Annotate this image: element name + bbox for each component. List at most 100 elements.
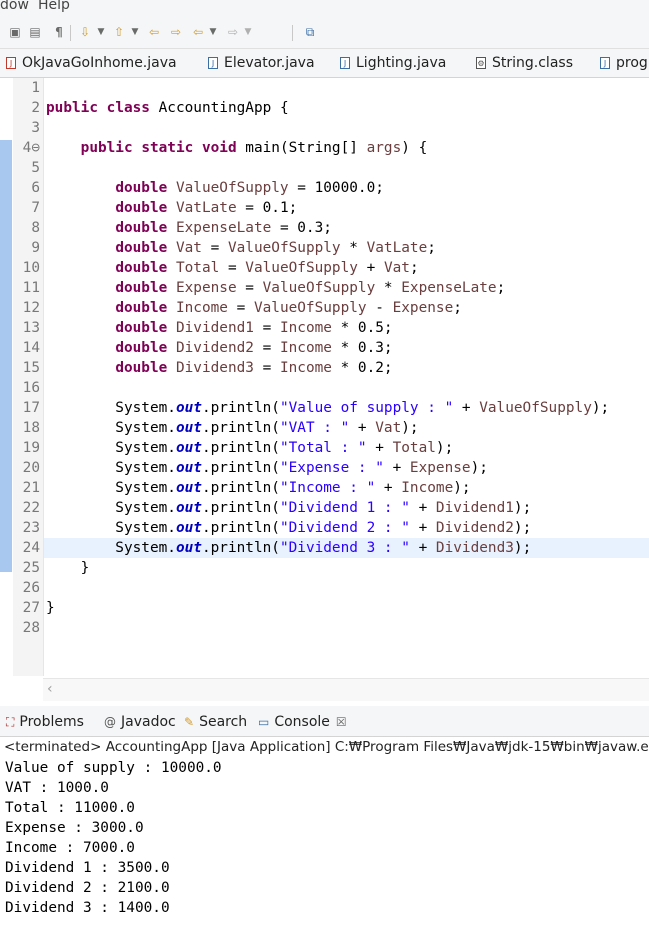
horizontal-scrollbar[interactable]: ‹	[43, 678, 649, 701]
code-text: System.out.println("Total : " + Total);	[46, 440, 454, 456]
class-file-icon: ⚙	[476, 57, 486, 69]
code-text: double Expense = ValueOfSupply * Expense…	[115, 280, 506, 296]
console-line: Dividend 3 : 1400.0	[5, 900, 170, 916]
code-line[interactable]: 26	[23, 578, 649, 598]
code-line[interactable]: 27}	[23, 598, 649, 618]
tab-label: String.class	[492, 55, 573, 71]
tab-label: prog	[616, 55, 648, 71]
tab-javadoc[interactable]: @ Javadoc	[104, 713, 176, 731]
code-line[interactable]: 13 double Dividend1 = Income * 0.5;	[23, 318, 649, 338]
scroll-left-icon[interactable]: ‹	[47, 681, 53, 697]
line-number: 1	[31, 80, 40, 96]
line-number: 26	[22, 580, 40, 596]
code-text: double Vat = ValueOfSupply * VatLate;	[115, 240, 436, 256]
tab-okjavagoinhome[interactable]: J OkJavaGoInhome.java	[6, 53, 177, 73]
chevron-down-icon[interactable]: ▼	[243, 24, 253, 40]
code-text: System.out.println("Expense : " + Expens…	[46, 460, 488, 476]
console-status: <terminated> AccountingApp [Java Applica…	[4, 739, 649, 755]
last-edit-location-icon[interactable]: ⇦	[146, 24, 162, 40]
code-text: System.out.println("Dividend 3 : " + Div…	[46, 540, 532, 556]
code-text: double Income = ValueOfSupply - Expense;	[115, 300, 462, 316]
line-number: 8	[31, 220, 40, 236]
code-line[interactable]: 24 System.out.println("Dividend 3 : " + …	[23, 538, 649, 558]
code-text: double Total = ValueOfSupply + Vat;	[115, 260, 419, 276]
code-line[interactable]: 3	[31, 118, 649, 138]
code-line[interactable]: 21 System.out.println("Income : " + Inco…	[23, 478, 649, 498]
code-line[interactable]: 22 System.out.println("Dividend 1 : " + …	[23, 498, 649, 518]
code-line[interactable]: 17 System.out.println("Value of supply :…	[23, 398, 649, 418]
code-line[interactable]: 23 System.out.println("Dividend 2 : " + …	[23, 518, 649, 538]
java-file-icon: J	[340, 57, 350, 69]
code-line[interactable]: 12 double Income = ValueOfSupply - Expen…	[23, 298, 649, 318]
previous-annotation-icon[interactable]: ⇧	[112, 24, 126, 40]
line-number: 28	[22, 620, 40, 636]
line-number: 5	[31, 160, 40, 176]
tab-problems[interactable]: ⛶ Problems	[6, 713, 84, 731]
search-icon: ✎	[184, 715, 195, 729]
line-number: 7	[31, 200, 40, 216]
back-icon[interactable]: ⇦	[190, 24, 206, 40]
code-text: double Dividend2 = Income * 0.3;	[115, 340, 393, 356]
line-number: 18	[22, 420, 40, 436]
code-line[interactable]: 25 }	[23, 558, 649, 578]
chevron-down-icon[interactable]: ▼	[208, 24, 218, 40]
show-whitespace-icon[interactable]: ¶	[52, 24, 66, 40]
code-text: public class AccountingApp {	[46, 100, 289, 116]
code-line[interactable]: 18 System.out.println("VAT : " + Vat);	[23, 418, 649, 438]
tab-lighting[interactable]: J Lighting.java	[340, 53, 446, 73]
code-text: System.out.println("Dividend 2 : " + Div…	[46, 520, 532, 536]
view-tab-bar: ⛶ Problems @ Javadoc ✎ Search ▭ Console …	[0, 706, 649, 737]
last-edit-forward-icon[interactable]: ⇨	[168, 24, 184, 40]
line-number: 9	[31, 240, 40, 256]
code-line[interactable]: 20 System.out.println("Expense : " + Exp…	[23, 458, 649, 478]
code-line[interactable]: 4⊖ public static void main(String[] args…	[23, 138, 649, 158]
line-number: 19	[22, 440, 40, 456]
code-line[interactable]: 10 double Total = ValueOfSupply + Vat;	[23, 258, 649, 278]
line-number: 10	[22, 260, 40, 276]
tab-search[interactable]: ✎ Search	[184, 713, 247, 731]
line-number: 27	[22, 600, 40, 616]
code-line[interactable]: 9 double Vat = ValueOfSupply * VatLate;	[31, 238, 649, 258]
line-number: 15	[22, 360, 40, 376]
code-line[interactable]: 6 double ValueOfSupply = 10000.0;	[31, 178, 649, 198]
code-line[interactable]: 5	[31, 158, 649, 178]
tab-label: Console	[274, 714, 330, 730]
code-line[interactable]: 8 double ExpenseLate = 0.3;	[31, 218, 649, 238]
java-file-error-icon: J	[6, 57, 16, 69]
menu-item-window[interactable]: dow	[0, 0, 29, 12]
chevron-down-icon[interactable]: ▼	[130, 24, 140, 40]
code-line[interactable]: 2 public class AccountingApp {	[31, 98, 649, 118]
toggle-mark-occurrences-icon[interactable]: ▤	[28, 24, 42, 40]
code-line[interactable]: 11 double Expense = ValueOfSupply * Expe…	[23, 278, 649, 298]
code-line[interactable]: 19 System.out.println("Total : " + Total…	[23, 438, 649, 458]
code-text: double Dividend3 = Income * 0.2;	[115, 360, 393, 376]
console-line: Income : 7000.0	[5, 840, 135, 856]
code-line[interactable]: 16	[23, 378, 649, 398]
console-line: Dividend 2 : 2100.0	[5, 880, 170, 896]
line-number: 4⊖	[22, 140, 40, 156]
forward-icon[interactable]: ⇨	[225, 24, 241, 40]
tab-label: Problems	[19, 714, 84, 730]
code-text: }	[46, 600, 55, 616]
tab-console[interactable]: ▭ Console ☒	[258, 713, 347, 731]
line-number: 17	[22, 400, 40, 416]
menu-item-help[interactable]: Help	[38, 0, 70, 12]
code-line[interactable]: 15 double Dividend3 = Income * 0.2;	[23, 358, 649, 378]
line-number: 2	[31, 100, 40, 116]
console-line: Total : 11000.0	[5, 800, 135, 816]
chevron-down-icon[interactable]: ▼	[96, 24, 106, 40]
code-line[interactable]: 7 double VatLate = 0.1;	[31, 198, 649, 218]
tab-prog[interactable]: J prog	[600, 53, 648, 73]
code-line[interactable]: 1	[31, 78, 649, 98]
code-text: double ExpenseLate = 0.3;	[115, 220, 332, 236]
tab-label: Javadoc	[121, 714, 176, 730]
tab-elevator[interactable]: J Elevator.java	[208, 53, 315, 73]
code-line[interactable]: 14 double Dividend2 = Income * 0.3;	[23, 338, 649, 358]
code-line[interactable]: 28	[23, 618, 649, 638]
next-annotation-icon[interactable]: ⇩	[78, 24, 92, 40]
pin-editor-icon[interactable]: ⧉	[302, 24, 318, 40]
tab-string-class[interactable]: ⚙ String.class	[476, 53, 573, 73]
toggle-block-icon[interactable]: ▣	[8, 24, 22, 40]
code-text: System.out.println("VAT : " + Vat);	[46, 420, 419, 436]
close-icon[interactable]: ☒	[336, 713, 347, 731]
